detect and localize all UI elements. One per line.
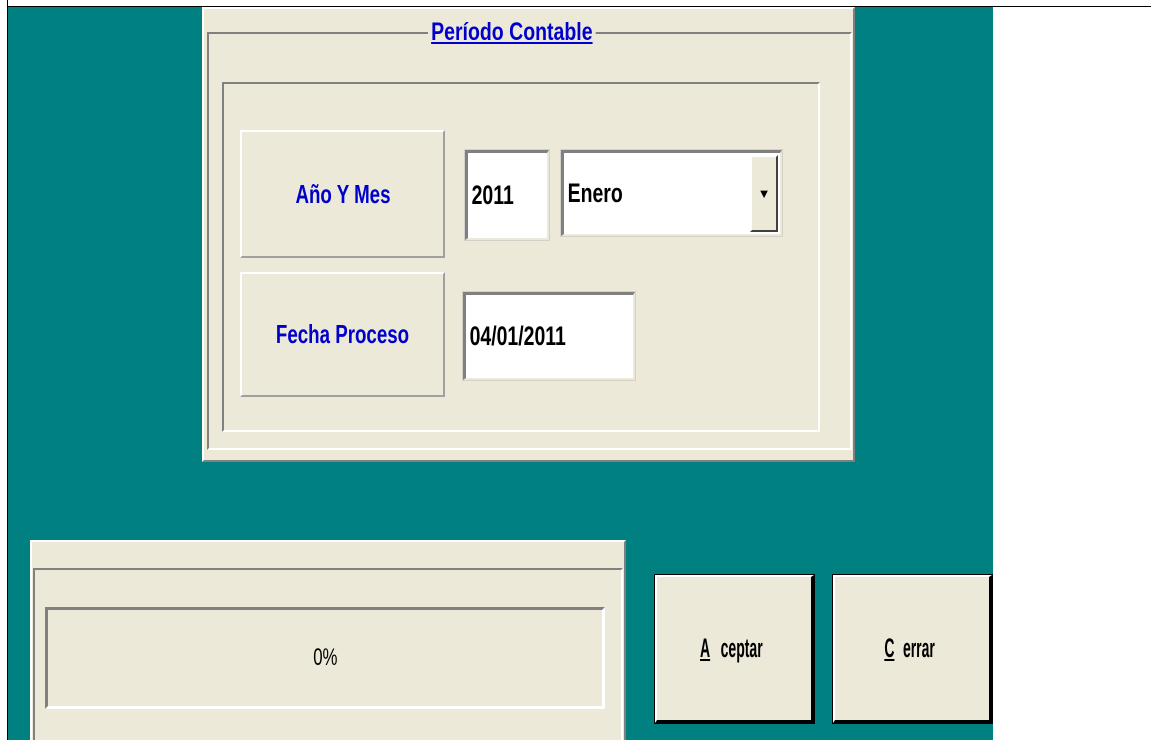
fecha-proceso-label: Fecha Proceso bbox=[240, 272, 445, 397]
progress-bar: 0% bbox=[45, 607, 605, 709]
mes-value: Enero bbox=[567, 178, 623, 208]
cerrar-label: Cerrar bbox=[884, 633, 935, 663]
anio-field[interactable]: 2011 bbox=[464, 149, 550, 241]
window-left-edge bbox=[0, 0, 8, 740]
periodo-contable-title: Período Contable bbox=[428, 18, 596, 47]
anio-value: 2011 bbox=[471, 180, 514, 210]
fecha-proceso-field[interactable]: 04/01/2011 bbox=[462, 291, 636, 381]
aceptar-button[interactable]: Aceptar bbox=[654, 574, 815, 724]
mes-select[interactable]: Enero ▼ bbox=[560, 149, 783, 237]
fecha-proceso-label-text: Fecha Proceso bbox=[275, 319, 410, 349]
cerrar-button[interactable]: Cerrar bbox=[832, 574, 993, 724]
chevron-down-icon: ▼ bbox=[757, 186, 771, 201]
aceptar-label: Aceptar bbox=[699, 633, 763, 663]
progress-text: 0% bbox=[312, 644, 338, 671]
mes-dropdown-button[interactable]: ▼ bbox=[750, 155, 778, 232]
anio-mes-label: Año Y Mes bbox=[240, 130, 445, 258]
window-top-edge bbox=[0, 0, 1151, 7]
fecha-proceso-value: 04/01/2011 bbox=[469, 321, 566, 351]
anio-mes-label-text: Año Y Mes bbox=[294, 178, 391, 209]
